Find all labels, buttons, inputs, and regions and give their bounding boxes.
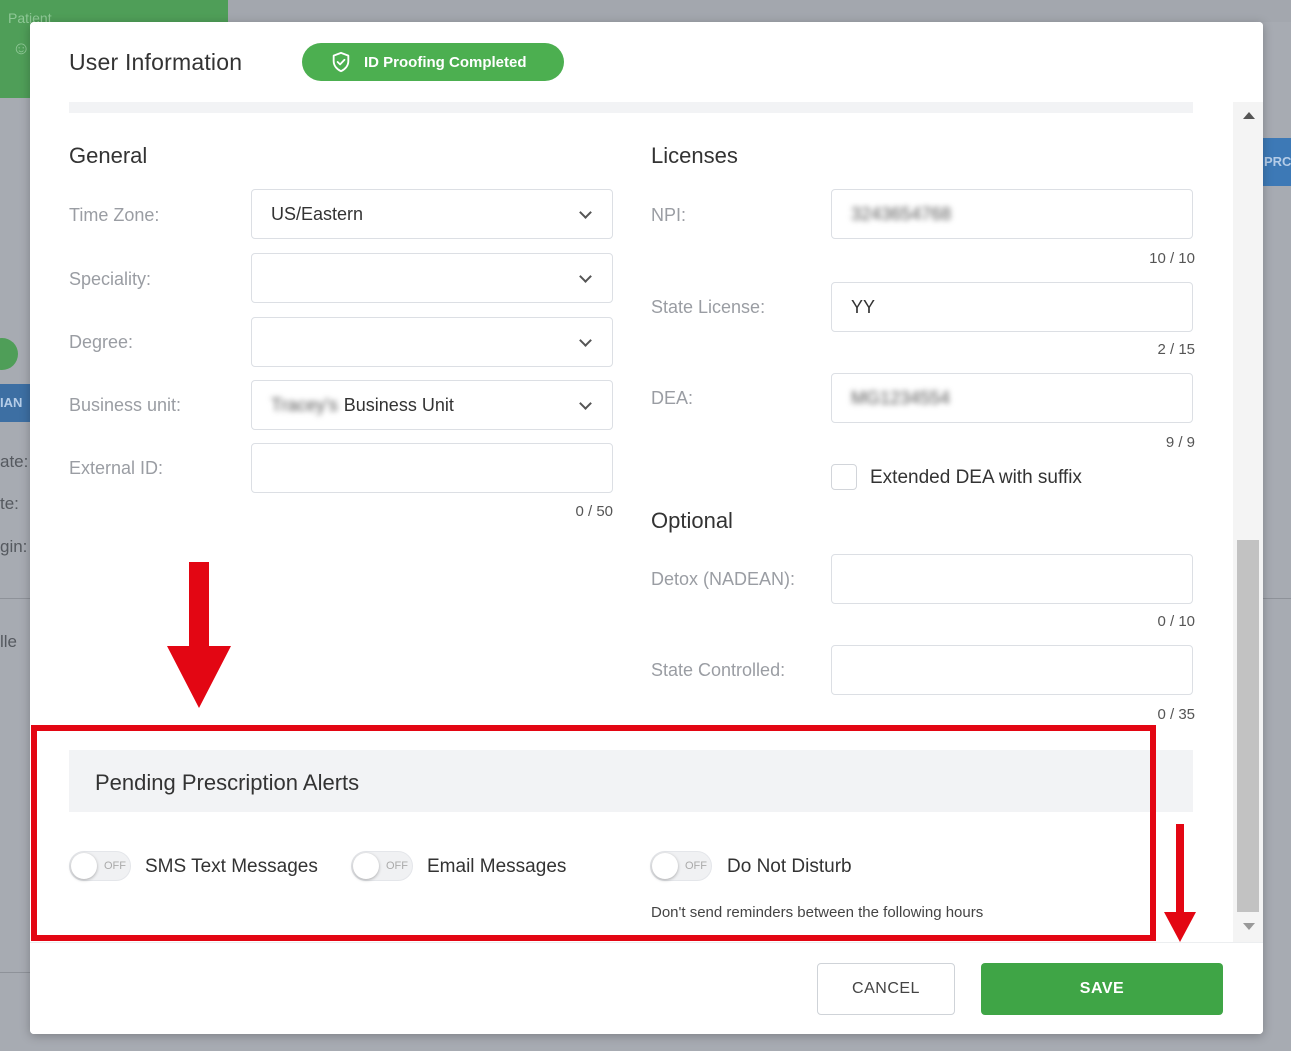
time-zone-select[interactable]: US/Eastern [251,189,613,239]
do-not-disturb-label: Do Not Disturb [727,856,852,877]
background-divider [1263,598,1291,599]
dea-counter: 9 / 9 [1165,434,1195,451]
toggle-knob [652,853,678,879]
dea-label: DEA: [651,388,694,408]
pending-alerts-header: Pending Prescription Alerts [69,750,1193,812]
dea-input[interactable]: MG1234554 [831,373,1193,423]
state-controlled-label: State Controlled: [651,660,786,680]
email-toggle[interactable]: OFF [351,851,413,881]
cancel-button[interactable]: CANCEL [817,963,955,1015]
background-top-bar [228,0,1291,22]
scroll-up-arrow-icon[interactable] [1243,112,1255,119]
speciality-select[interactable] [251,253,613,303]
background-side-button: PRC [1261,138,1291,186]
email-toggle-label: Email Messages [427,856,567,877]
user-information-dialog: User Information ID Proofing Completed G… [30,22,1263,1034]
background-text: lle [0,632,18,651]
dialog-title: User Information [69,49,243,75]
id-proofing-badge: ID Proofing Completed [302,43,564,81]
dialog-header: User Information ID Proofing Completed [30,22,1263,102]
speciality-label: Speciality: [69,269,152,289]
npi-input[interactable]: 3243654768 [831,189,1193,239]
shield-check-icon [332,51,350,73]
header-divider [69,102,1193,113]
business-unit-value: Business Unit [343,394,454,415]
npi-counter: 10 / 10 [1149,250,1195,267]
do-not-disturb-toggle[interactable]: OFF [650,851,712,881]
npi-redacted-value: 3243654768 [851,203,952,224]
time-zone-label: Time Zone: [69,205,160,225]
external-id-input[interactable] [251,443,613,493]
dialog-footer: CANCEL SAVE [30,942,1263,1034]
state-controlled-counter: 0 / 35 [1157,706,1195,723]
state-controlled-input[interactable] [831,645,1193,695]
pending-alerts-title: Pending Prescription Alerts [95,770,360,795]
scroll-down-arrow-icon[interactable] [1243,923,1255,930]
state-license-counter: 2 / 15 [1157,341,1195,358]
external-id-counter: 0 / 50 [575,503,613,520]
toggle-state: OFF [104,860,126,872]
business-unit-select[interactable]: Tracey's Business Unit [251,380,613,430]
user-icon: ☺ [12,38,31,58]
state-license-input[interactable]: YY [831,282,1193,332]
npi-label: NPI: [651,205,687,225]
licenses-section-title: Licenses [651,143,738,168]
sms-toggle[interactable]: OFF [69,851,131,881]
detox-input[interactable] [831,554,1193,604]
do-not-disturb-note: Don't send reminders between the followi… [651,904,984,921]
toggle-state: OFF [685,860,707,872]
scrollbar-thumb[interactable] [1237,540,1259,912]
external-id-label: External ID: [69,458,164,478]
background-text: te: [0,494,19,513]
background-side-tag: IAN [0,384,30,422]
state-license-label: State License: [651,297,766,317]
background-status-dot [0,338,18,370]
time-zone-value: US/Eastern [271,203,364,224]
business-unit-label: Business unit: [69,395,182,415]
extended-dea-label: Extended DEA with suffix [870,467,1082,488]
chevron-down-icon [579,334,592,347]
background-text: gin: [0,537,28,556]
optional-section-title: Optional [651,508,733,533]
dea-redacted-value: MG1234554 [851,387,951,408]
background-divider [0,598,30,599]
sms-toggle-label: SMS Text Messages [145,856,318,877]
degree-select[interactable] [251,317,613,367]
toggle-state: OFF [386,860,408,872]
state-license-value: YY [851,296,876,317]
degree-label: Degree: [69,332,134,352]
detox-counter: 0 / 10 [1157,613,1195,630]
dialog-scrollbar[interactable] [1233,102,1263,942]
general-section-title: General [69,143,148,168]
background-text: ate: [0,452,29,471]
detox-label: Detox (NADEAN): [651,569,796,589]
chevron-down-icon [579,206,592,219]
toggle-knob [353,853,379,879]
background-divider [0,972,30,973]
business-unit-redacted: Tracey's [271,394,338,415]
chevron-down-icon [579,397,592,410]
toggle-knob [71,853,97,879]
chevron-down-icon [579,270,592,283]
save-button[interactable]: SAVE [981,963,1223,1015]
id-proofing-badge-label: ID Proofing Completed [364,53,527,71]
extended-dea-checkbox[interactable] [831,464,857,490]
